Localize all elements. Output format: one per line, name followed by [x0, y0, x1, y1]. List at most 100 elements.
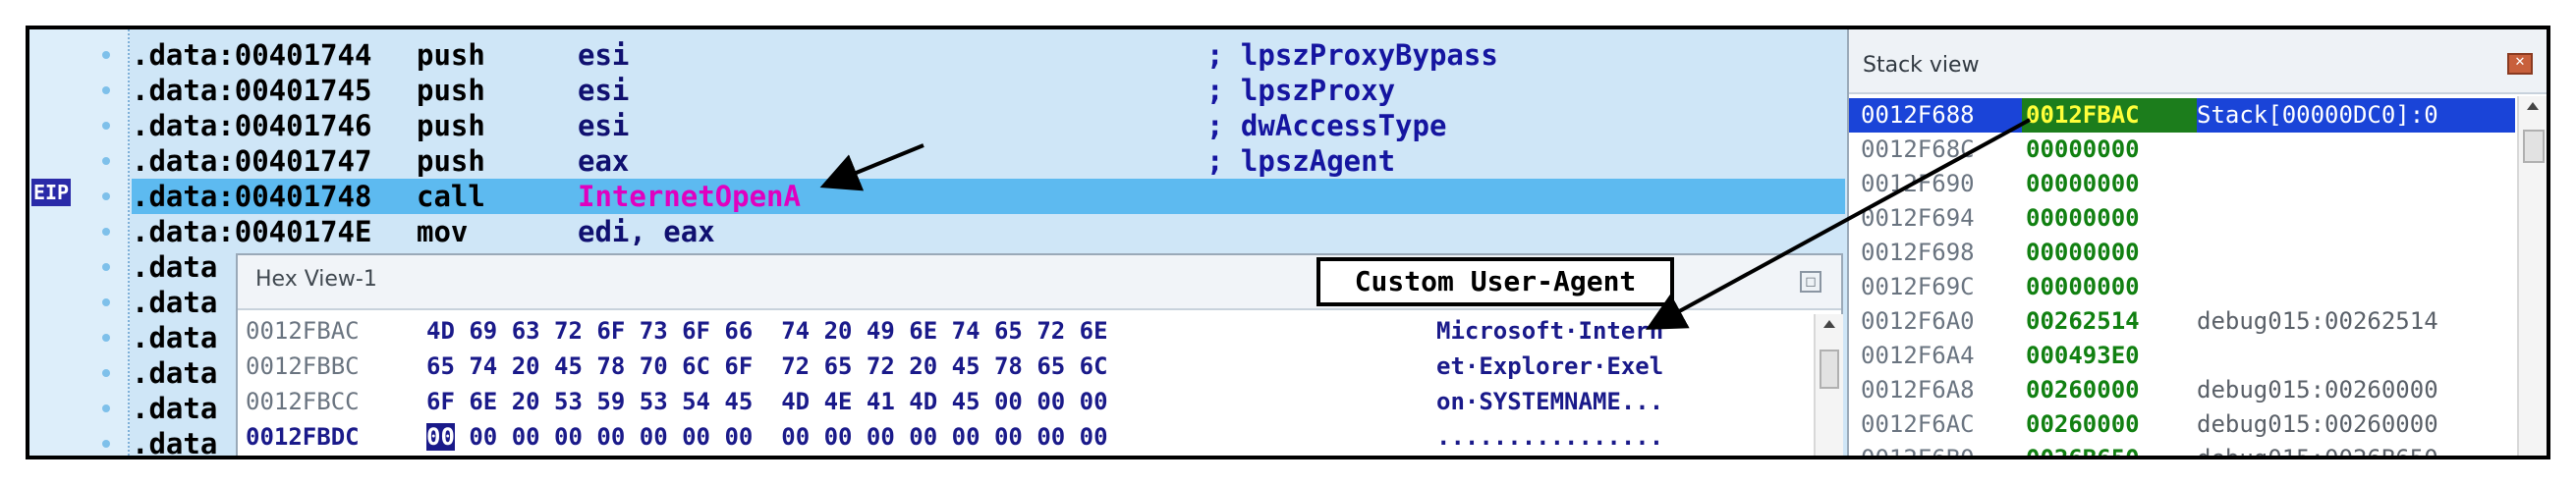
stack-addr: 0012F69C	[1861, 273, 1975, 300]
disasm-addr: .data:00401745	[132, 74, 372, 107]
stack-value: 0026B650	[2026, 445, 2140, 459]
breakpoint-dot[interactable]	[102, 86, 110, 94]
disasm-mnem: push	[417, 38, 485, 72]
disassembly-gutter: EIP	[29, 29, 130, 456]
scrollbar-thumb[interactable]	[2523, 130, 2545, 163]
disasm-ops: eax	[578, 144, 630, 178]
hex-ascii: et·Explorer·Exel	[1436, 352, 1664, 380]
stack-row[interactable]: 0012F6A4 000493E0	[1849, 339, 2515, 373]
eip-badge: EIP	[31, 179, 71, 206]
hex-row[interactable]: 0012FBDC 00 00 00 00 00 00 00 00 00 00 00…	[246, 420, 1663, 454]
disasm-mnem: push	[417, 74, 485, 107]
disasm-mnem: call	[417, 180, 485, 213]
breakpoint-dot[interactable]	[102, 263, 110, 271]
stack-addr: 0012F68C	[1861, 135, 1975, 163]
stack-ref: debug015:00262514	[2197, 307, 2438, 335]
stack-row[interactable]: 0012F694 00000000	[1849, 201, 2515, 236]
stack-row[interactable]: 0012F69C 00000000	[1849, 270, 2515, 304]
hex-row[interactable]: 0012FBBC 65 74 20 45 78 70 6C 6F 72 65 72…	[246, 350, 1663, 383]
stack-addr: 0012F6B0	[1861, 445, 1975, 459]
breakpoint-dot[interactable]	[102, 404, 110, 412]
disasm-addr: .data:00401744	[132, 38, 372, 72]
disasm-ops: esi	[578, 38, 630, 72]
stack-row[interactable]: 0012F6A8 00260000 debug015:00260000	[1849, 373, 2515, 407]
stack-row[interactable]: 0012F6AC 00260000 debug015:00260000	[1849, 407, 2515, 442]
disasm-comment: ; dwAccessType	[1206, 109, 1447, 142]
stack-addr: 0012F6A4	[1861, 342, 1975, 369]
hex-view-scrollbar[interactable]	[1814, 314, 1843, 456]
breakpoint-dot[interactable]	[102, 157, 110, 165]
disasm-mnem: push	[417, 109, 485, 142]
stack-value: 00260000	[2026, 410, 2140, 438]
close-icon[interactable]: ✕	[2507, 53, 2533, 75]
breakpoint-dot[interactable]	[102, 228, 110, 236]
screenshot-frame: EIP .data:00401744 push esi ; lpszProxyBypa…	[26, 26, 2550, 459]
hex-ascii: ................	[1436, 423, 1664, 451]
breakpoint-dot[interactable]	[102, 334, 110, 342]
breakpoint-dot[interactable]	[102, 51, 110, 59]
disasm-mnem: mov	[417, 215, 469, 248]
disasm-line[interactable]: .data:00401747 push eax ; lpszAgent	[132, 143, 1845, 179]
hex-ascii: on·SYSTEMNAME...	[1436, 388, 1664, 415]
hex-view-title: Hex View-1	[255, 267, 377, 292]
breakpoint-dot[interactable]	[102, 440, 110, 448]
stack-addr: 0012F688	[1849, 98, 2022, 133]
scroll-up-arrow-icon[interactable]	[2527, 102, 2539, 110]
disasm-ops: esi	[578, 74, 630, 107]
stack-addr: 0012F6A0	[1861, 307, 1975, 335]
hex-row[interactable]: 0012FBCC 6F 6E 20 53 59 53 54 45 4D 4E 41…	[246, 385, 1663, 418]
stack-row[interactable]: 0012F6A0 00262514 debug015:00262514	[1849, 304, 2515, 339]
breakpoint-dot[interactable]	[102, 122, 110, 130]
stack-row[interactable]: 0012F68C 00000000	[1849, 133, 2515, 167]
stack-view-titlebar: Stack view ✕	[1849, 29, 2547, 94]
stack-view-title: Stack view	[1863, 53, 1980, 78]
disasm-comment: ; lpszProxy	[1206, 74, 1396, 107]
maximize-icon[interactable]: ◻	[1800, 271, 1821, 293]
stack-ref: debug015:00260000	[2197, 376, 2438, 404]
stack-row[interactable]: 0012F690 00000000	[1849, 167, 2515, 201]
disasm-comment: ; lpszProxyBypass	[1206, 38, 1498, 72]
disasm-ops: esi	[578, 109, 630, 142]
scroll-up-arrow-icon[interactable]	[1823, 320, 1835, 328]
stack-view-scrollbar[interactable]	[2517, 96, 2547, 456]
stack-view-window[interactable]: Stack view ✕ 0012F688 0012FBAC Stack[00000…	[1847, 29, 2547, 459]
disasm-line[interactable]: .data:00401744 push esi ; lpszProxyBypass	[132, 37, 1845, 73]
stack-addr: 0012F6AC	[1861, 410, 1975, 438]
disasm-line[interactable]: .data:00401746 push esi ; dwAccessType	[132, 108, 1845, 143]
disasm-ops: edi, eax	[578, 215, 715, 248]
stack-ref: Stack[00000DC0]:0	[2197, 98, 2515, 133]
disasm-mnem: push	[417, 144, 485, 178]
stack-value: 00000000	[2026, 239, 2140, 266]
stack-value: 00000000	[2026, 273, 2140, 300]
hex-bytes[interactable]: 00 00 00 00 00 00 00 00 00 00 00 00 00 0…	[426, 420, 1436, 454]
stack-value: 00262514	[2026, 307, 2140, 335]
stack-value: 00000000	[2026, 170, 2140, 197]
disasm-ops: InternetOpenA	[578, 180, 801, 213]
stack-addr: 0012F6A8	[1861, 376, 1975, 404]
stack-row-selected[interactable]: 0012F688 0012FBAC Stack[00000DC0]:0	[1849, 98, 2515, 133]
hex-bytes[interactable]: 65 74 20 45 78 70 6C 6F 72 65 72 20 45 7…	[426, 350, 1436, 383]
scrollbar-thumb[interactable]	[1820, 350, 1839, 389]
stack-row[interactable]: 0012F6B0 0026B650 debug015:0026B650	[1849, 442, 2515, 459]
breakpoint-dot[interactable]	[102, 369, 110, 377]
disasm-line[interactable]: .data:00401745 push esi ; lpszProxy	[132, 73, 1845, 108]
stack-value: 00000000	[2026, 135, 2140, 163]
hex-bytes[interactable]: 6F 6E 20 53 59 53 54 45 4D 4E 41 4D 45 0…	[426, 385, 1436, 418]
stack-ref: debug015:00260000	[2197, 410, 2438, 438]
breakpoint-dot[interactable]	[102, 298, 110, 306]
breakpoint-dot[interactable]	[102, 192, 110, 200]
stack-value: 000493E0	[2026, 342, 2140, 369]
hex-ascii: Microsoft·Intern	[1436, 317, 1664, 345]
hex-address: 0012FBAC	[246, 317, 360, 345]
stack-addr: 0012F698	[1861, 239, 1975, 266]
custom-user-agent-callout: Custom User-Agent	[1316, 257, 1674, 306]
current-instruction-line[interactable]: .data:00401748 call InternetOpenA	[132, 179, 1845, 214]
stack-ref: debug015:0026B650	[2197, 445, 2438, 459]
stack-value: 00000000	[2026, 204, 2140, 232]
stack-row[interactable]: 0012F698 00000000	[1849, 236, 2515, 270]
hex-cursor-byte[interactable]: 00	[426, 423, 455, 451]
stack-addr: 0012F694	[1861, 204, 1975, 232]
hex-bytes[interactable]: 4D 69 63 72 6F 73 6F 66 74 20 49 6E 74 6…	[426, 314, 1436, 348]
disasm-line[interactable]: .data:0040174E mov edi, eax	[132, 214, 1845, 249]
hex-row[interactable]: 0012FBAC 4D 69 63 72 6F 73 6F 66 74 20 49…	[246, 314, 1663, 348]
